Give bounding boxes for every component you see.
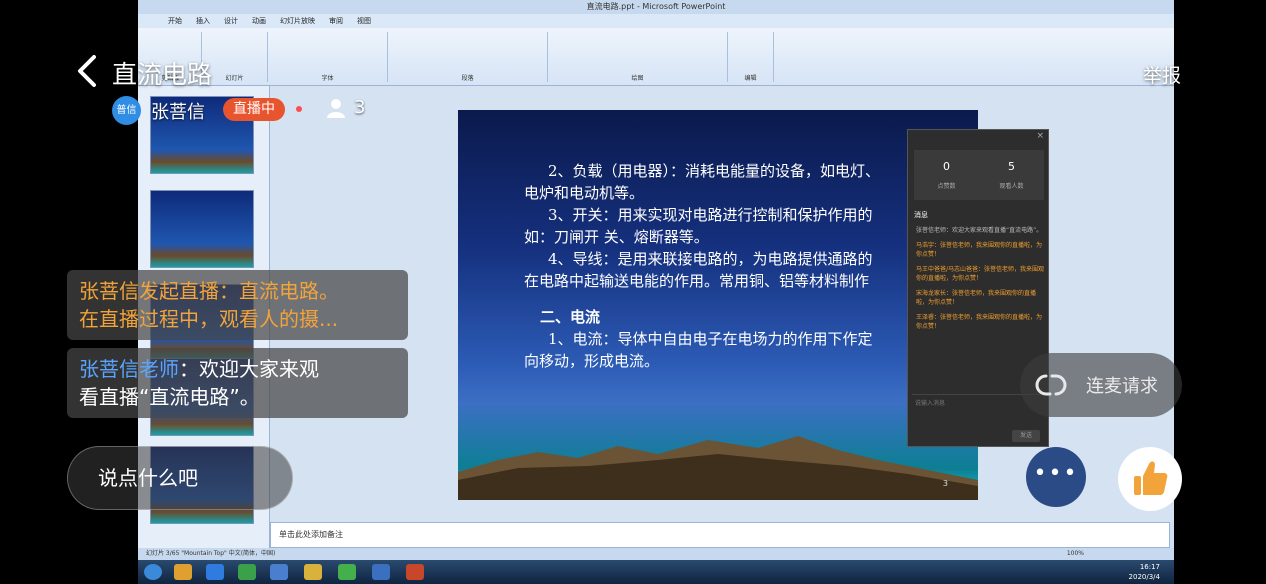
comment-item: 张菩信老师：欢迎大家来观 看直播“直流电路”。 <box>67 348 408 418</box>
slide-line: 如：刀闸开 关、熔断器等。 <box>524 228 709 246</box>
more-dots-icon: ••• <box>1033 461 1079 486</box>
ribbon-tab-review: 审阅 <box>329 17 343 25</box>
status-text: 幻灯片 3/65 "Mountain Top" 中文(简体，中国) <box>146 550 276 557</box>
status-badge: 直播中 <box>223 98 285 121</box>
comment-text: 看直播“直流电路”。 <box>79 385 260 409</box>
comment-text: 张菩信发起直播：直流电路。 <box>79 279 339 303</box>
presentation-slide: 2、负载（用电器）：消耗电能量的设备，如电灯、 电炉和电动机等。 3、开关：用来… <box>458 110 978 500</box>
list-item: 张菩信老师：欢迎大家来观看直播“直流电路”。 <box>916 227 1043 234</box>
more-button[interactable]: ••• <box>1026 447 1086 507</box>
ribbon-tab-design: 设计 <box>224 17 238 25</box>
ribbon-tab-animation: 动画 <box>252 17 266 25</box>
list-item: 宋海龙家长：张菩信老师，我来围观你的直播啦，为你点赞！ <box>916 290 1037 306</box>
avatar[interactable]: 普信 <box>112 96 141 125</box>
ribbon-tab-insert: 插入 <box>196 17 210 25</box>
ribbon-tab-view: 视图 <box>357 17 371 25</box>
list-item: 马王中爸爸/马志山爸爸：张菩信老师，我来围观你的直播啦，为你点赞！ <box>916 266 1045 282</box>
viewer-count: 3 <box>354 97 366 118</box>
slide-line: 向移动，形成电流。 <box>524 352 660 370</box>
ribbon-group-drawing: 绘图 <box>548 32 728 82</box>
close-icon: × <box>1036 131 1044 141</box>
live-indicator-dot <box>296 106 302 112</box>
link-icon <box>1035 374 1067 396</box>
list-item: 马浩宇：张菩信老师，我来围观你的直播啦，为你点赞！ <box>916 242 1043 258</box>
comment-text: ：欢迎大家来观 <box>179 357 319 381</box>
thumbs-up-icon <box>1134 461 1168 495</box>
media-player-icon <box>238 564 256 580</box>
page-title: 直流电路 <box>112 60 213 89</box>
messages-title: 消息 <box>914 211 928 219</box>
slide-line: 在电路中起输送电能的作用。常用铜、铝等材料制作 <box>524 272 870 290</box>
mic-request-label: 连麦请求 <box>1086 376 1158 397</box>
app-icon <box>372 564 390 580</box>
slide-line: 3、开关：用来实现对电路进行控制和保护作用的 <box>548 206 873 224</box>
back-button[interactable] <box>74 54 100 88</box>
browser-icon <box>206 564 224 580</box>
user-icon <box>327 99 345 118</box>
powerpoint-icon <box>406 564 424 580</box>
notes-pane: 单击此处添加备注 <box>270 522 1170 548</box>
slide-line: 1、电流：导体中自由电子在电场力的作用下作定 <box>548 330 873 348</box>
system-clock: 16:17 2020/3/4 <box>1128 563 1160 581</box>
host-name[interactable]: 张菩信 <box>151 98 205 124</box>
chevron-left-icon <box>78 55 96 87</box>
chat-input[interactable]: 说点什么吧 <box>67 446 293 510</box>
start-button-icon <box>144 564 162 580</box>
stats-summary: 0 点赞数 5 观看人数 <box>914 150 1044 200</box>
viewers-stat: 5 观看人数 <box>999 160 1024 190</box>
slide-body: 2、负载（用电器）：消耗电能量的设备，如电灯、 电炉和电动机等。 3、开关：用来… <box>524 160 964 372</box>
comment-item: 张菩信发起直播：直流电路。 在直播过程中，观看人的摄... <box>67 270 408 340</box>
likes-stat: 0 点赞数 <box>937 160 956 190</box>
slide-page-number: 3 <box>942 479 948 488</box>
slide-line: 2、负载（用电器）：消耗电能量的设备，如电灯、 <box>548 162 881 180</box>
app-icon <box>338 564 356 580</box>
comment-author: 张菩信老师 <box>79 357 179 381</box>
list-item: 王泽睿：张菩信老师，我来围观你的直播啦，为你点赞！ <box>916 314 1043 330</box>
mic-request-button[interactable]: 连麦请求 <box>1020 353 1182 417</box>
ribbon-group-font: 字体 <box>268 32 388 82</box>
slide-line: 电炉和电动机等。 <box>524 184 645 202</box>
ribbon-tab-home: 开始 <box>168 17 182 25</box>
ribbon-group-editing: 编辑 <box>728 32 774 82</box>
ppt-title-bar: 直流电路.ppt - Microsoft PowerPoint <box>138 0 1174 14</box>
windows-taskbar: 16:17 2020/3/4 <box>138 560 1174 584</box>
like-button[interactable] <box>1118 447 1182 511</box>
report-button[interactable]: 举报 <box>1143 61 1181 88</box>
slide-thumbnail <box>150 190 254 268</box>
app-icon <box>174 564 192 580</box>
ribbon-tabs: 开始 插入 设计 动画 幻灯片放映 审阅 视图 <box>138 14 1174 28</box>
ppt-status-bar: 幻灯片 3/65 "Mountain Top" 中文(简体，中国) 100% <box>138 548 1174 560</box>
panel-send-button: 发送 <box>1012 430 1040 442</box>
ribbon: 剪贴板 幻灯片 字体 段落 绘图 编辑 <box>138 28 1174 86</box>
chat-app-icon <box>304 564 322 580</box>
message-list: 张菩信老师：欢迎大家来观看直播“直流电路”。 马浩宇：张菩信老师，我来围观你的直… <box>916 226 1046 331</box>
slide-line: 4、导线：是用来联接电路的，为电路提供通路的 <box>548 250 873 268</box>
ribbon-group-paragraph: 段落 <box>388 32 548 82</box>
slide-heading: 二、电流 <box>540 308 601 326</box>
zoom-level: 100% <box>1066 550 1084 557</box>
ribbon-tab-slideshow: 幻灯片放映 <box>280 17 315 25</box>
comment-text: 在直播过程中，观看人的摄... <box>79 307 339 331</box>
app-icon <box>270 564 288 580</box>
